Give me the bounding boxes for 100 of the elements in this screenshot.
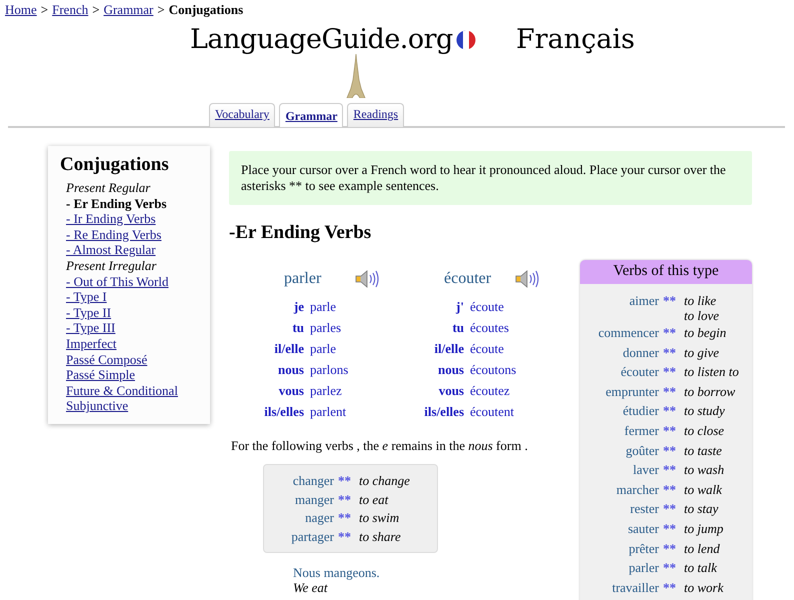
- example-asterisks[interactable]: **: [663, 501, 676, 516]
- breadcrumb-separator: >: [40, 2, 48, 18]
- verb-form[interactable]: parlez: [310, 380, 389, 401]
- example-asterisks[interactable]: **: [663, 364, 676, 380]
- nav-tab[interactable]: Grammar: [279, 103, 344, 127]
- sidebar-link[interactable]: - Ir Ending Verbs: [66, 211, 156, 226]
- example-asterisks[interactable]: **: [663, 462, 676, 478]
- sidebar-heading: Present Regular: [66, 180, 152, 196]
- verb-form[interactable]: écoute: [470, 338, 549, 359]
- sidebar-link[interactable]: - Almost Regular: [66, 242, 156, 258]
- sidebar-link[interactable]: Imperfect: [66, 336, 117, 351]
- verb-word[interactable]: nager: [305, 510, 334, 525]
- example-asterisks[interactable]: **: [338, 510, 351, 525]
- pronoun: j': [454, 298, 464, 316]
- language-title: Français: [516, 24, 635, 55]
- verb-title[interactable]: écouter: [444, 270, 492, 288]
- verb-word[interactable]: laver: [633, 462, 659, 478]
- pronoun: il/elle: [433, 340, 464, 358]
- verb-meaning: to give: [684, 344, 720, 360]
- sidebar-link[interactable]: - Type II: [66, 304, 112, 320]
- site-logo[interactable]: LanguageGuide.org: [190, 24, 453, 55]
- verb-meaning: to study: [684, 403, 725, 418]
- verb-form[interactable]: écoutent: [470, 401, 549, 422]
- tower-icon: [346, 54, 366, 98]
- verb-word[interactable]: goûter: [626, 442, 659, 458]
- breadcrumb-link[interactable]: French: [52, 2, 88, 18]
- verb-word[interactable]: étudier: [622, 403, 659, 418]
- sidebar-link[interactable]: Passé Simple: [66, 367, 135, 382]
- example-asterisks[interactable]: **: [338, 528, 351, 544]
- example-asterisks[interactable]: **: [663, 540, 676, 556]
- example-asterisks[interactable]: **: [663, 344, 676, 360]
- sidebar-link[interactable]: - Type I: [66, 289, 107, 304]
- verb-meaning: to listen to: [684, 364, 739, 380]
- verb-word[interactable]: parler: [628, 560, 659, 576]
- sidebar-link[interactable]: Future & Conditional: [66, 382, 178, 398]
- verb-word[interactable]: partager: [291, 528, 334, 544]
- verb-word[interactable]: marcher: [616, 482, 659, 497]
- nav-tab[interactable]: Readings: [347, 103, 404, 127]
- speaker-icon[interactable]: [355, 269, 379, 289]
- verb-word[interactable]: commencer: [598, 325, 659, 340]
- verb-word[interactable]: manger: [295, 492, 334, 506]
- verb-word[interactable]: écouter: [620, 364, 659, 380]
- verb-form[interactable]: parles: [310, 317, 389, 338]
- verbs-panel-title: Verbs of this type: [580, 260, 752, 284]
- flag-icon: [456, 30, 476, 50]
- speaker-icon[interactable]: [515, 269, 539, 289]
- verb-meaning: to close: [684, 422, 724, 438]
- example-asterisks[interactable]: **: [663, 520, 676, 536]
- verb-word[interactable]: sauter: [628, 520, 659, 536]
- verb-word[interactable]: changer: [292, 473, 334, 488]
- verb-form[interactable]: parlons: [310, 359, 389, 380]
- sidebar-link[interactable]: - Out of This World: [66, 274, 168, 289]
- verb-form[interactable]: parle: [310, 296, 389, 317]
- example-asterisks[interactable]: **: [663, 422, 676, 438]
- sidebar-link[interactable]: - Er Ending Verbs: [66, 196, 167, 211]
- verb-form[interactable]: parle: [310, 338, 389, 359]
- sidebar-link[interactable]: - Type III: [66, 320, 116, 336]
- sidebar-link[interactable]: Subjunctive: [66, 398, 128, 414]
- pronoun: tu: [451, 319, 464, 337]
- verb-form[interactable]: écoute: [470, 296, 549, 317]
- verb-meaning: to swim: [359, 509, 400, 527]
- verb-title[interactable]: parler: [284, 270, 322, 288]
- verb-form[interactable]: écoutons: [470, 359, 549, 380]
- sidebar-link[interactable]: Passé Composé: [66, 352, 148, 367]
- verb-form[interactable]: écoutez: [470, 380, 549, 401]
- breadcrumb-current: Conjugations: [168, 2, 244, 18]
- verb-meaning: to lend: [684, 540, 720, 556]
- verb-word[interactable]: aimer: [629, 293, 659, 308]
- verb-meaning: to eat: [359, 490, 388, 508]
- verb-meaning: to love: [684, 308, 720, 323]
- verb-meaning: to wash: [684, 462, 724, 478]
- example-asterisks[interactable]: **: [663, 325, 676, 340]
- example-asterisks[interactable]: **: [663, 580, 676, 595]
- example-asterisks[interactable]: **: [663, 442, 676, 458]
- example-asterisks[interactable]: **: [663, 384, 676, 399]
- breadcrumb-separator: >: [157, 2, 165, 18]
- example-asterisks[interactable]: **: [338, 473, 351, 488]
- example-asterisks[interactable]: **: [663, 293, 676, 308]
- verb-word[interactable]: rester: [630, 501, 659, 516]
- pronoun: ils/elles: [423, 403, 464, 421]
- example-asterisks[interactable]: **: [663, 560, 676, 576]
- breadcrumb-link[interactable]: Grammar: [104, 2, 154, 18]
- example-asterisks[interactable]: **: [338, 492, 351, 506]
- verb-word[interactable]: donner: [622, 344, 659, 360]
- verb-meaning: to share: [359, 528, 401, 546]
- example-asterisks[interactable]: **: [663, 482, 676, 497]
- verb-word[interactable]: fermer: [624, 422, 659, 438]
- example-sentence[interactable]: Nous mangeons.: [293, 565, 574, 580]
- verb-word[interactable]: prêter: [628, 540, 659, 556]
- sidebar-link[interactable]: - Re Ending Verbs: [66, 226, 162, 242]
- example-translation: We eat: [293, 580, 329, 595]
- breadcrumb-link[interactable]: Home: [5, 2, 37, 18]
- example-asterisks[interactable]: **: [663, 403, 676, 418]
- nav-tab[interactable]: Vocabulary: [209, 103, 276, 127]
- verb-form[interactable]: parlent: [310, 401, 389, 422]
- verb-form[interactable]: écoutes: [470, 317, 549, 338]
- verb-word[interactable]: emprunter: [606, 384, 659, 399]
- sidebar-heading: Present Irregular: [66, 258, 158, 274]
- verb-word[interactable]: travailler: [612, 580, 659, 595]
- pronoun: nous: [436, 361, 464, 379]
